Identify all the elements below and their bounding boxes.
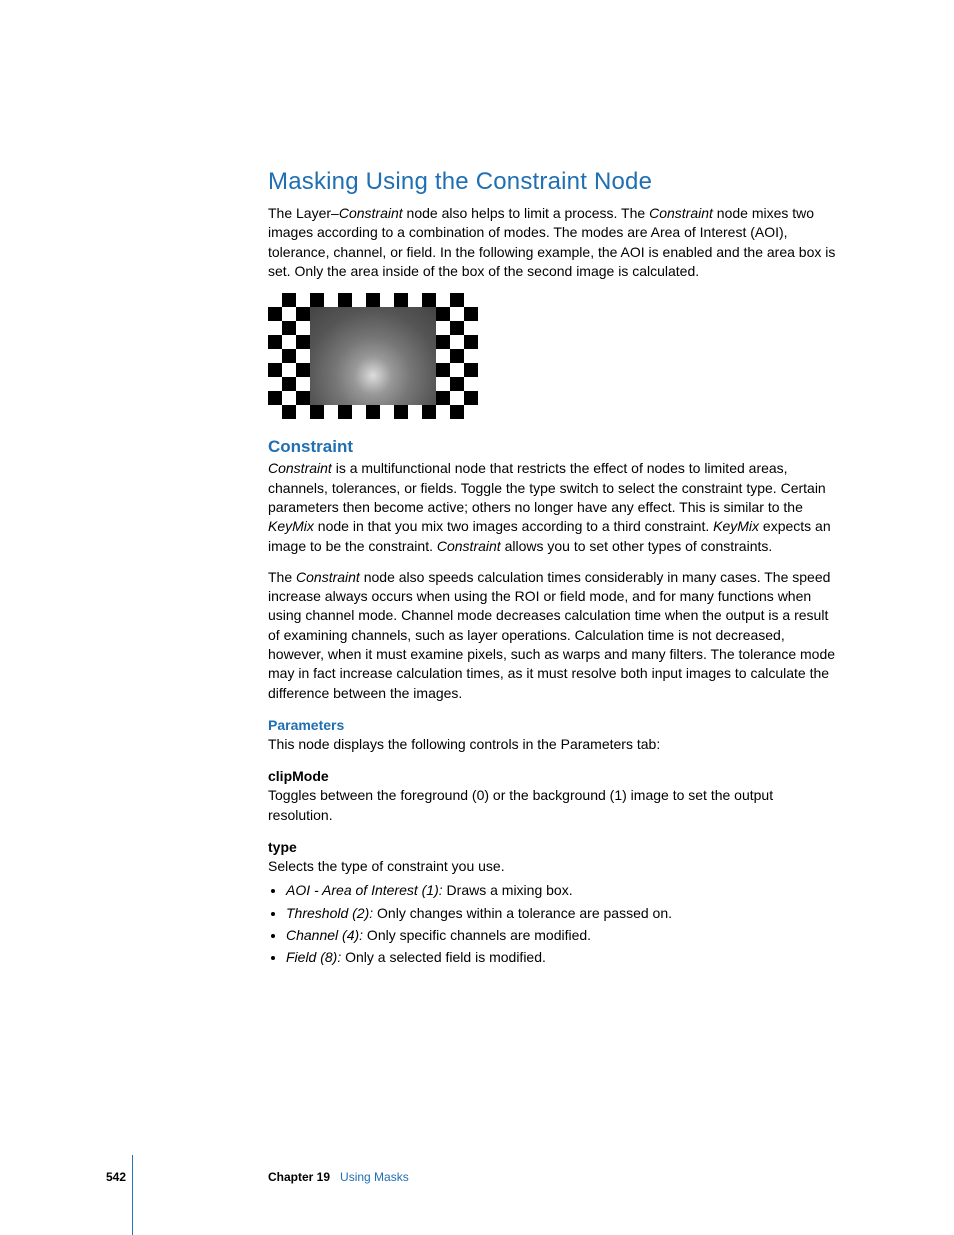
constraint-para-2: The Constraint node also speeds calculat… xyxy=(268,568,838,703)
type-intro: Selects the type of constraint you use. xyxy=(268,857,838,876)
list-item: Channel (4): Only specific channels are … xyxy=(286,925,838,945)
clipmode-heading: clipMode xyxy=(268,768,838,784)
example-image xyxy=(268,293,478,419)
constraint-para-1: Constraint is a multifunctional node tha… xyxy=(268,459,838,556)
margin-rule xyxy=(132,1155,133,1235)
parameters-heading: Parameters xyxy=(268,717,838,733)
list-item: Field (8): Only a selected field is modi… xyxy=(286,947,838,967)
subsection-heading-constraint: Constraint xyxy=(268,437,838,457)
clipmode-text: Toggles between the foreground (0) or th… xyxy=(268,786,838,825)
section-heading: Masking Using the Constraint Node xyxy=(268,168,838,196)
list-item: Threshold (2): Only changes within a tol… xyxy=(286,903,838,923)
list-item: AOI - Area of Interest (1): Draws a mixi… xyxy=(286,880,838,900)
page-number: 542 xyxy=(106,1170,126,1184)
intro-paragraph: The Layer–Constraint node also helps to … xyxy=(268,204,838,281)
type-heading: type xyxy=(268,839,838,855)
example-image-inner xyxy=(310,307,436,405)
chapter-label: Chapter 19Using Masks xyxy=(268,1170,409,1184)
type-list: AOI - Area of Interest (1): Draws a mixi… xyxy=(268,880,838,967)
page-content: Masking Using the Constraint Node The La… xyxy=(268,168,838,979)
parameters-intro: This node displays the following control… xyxy=(268,735,838,754)
